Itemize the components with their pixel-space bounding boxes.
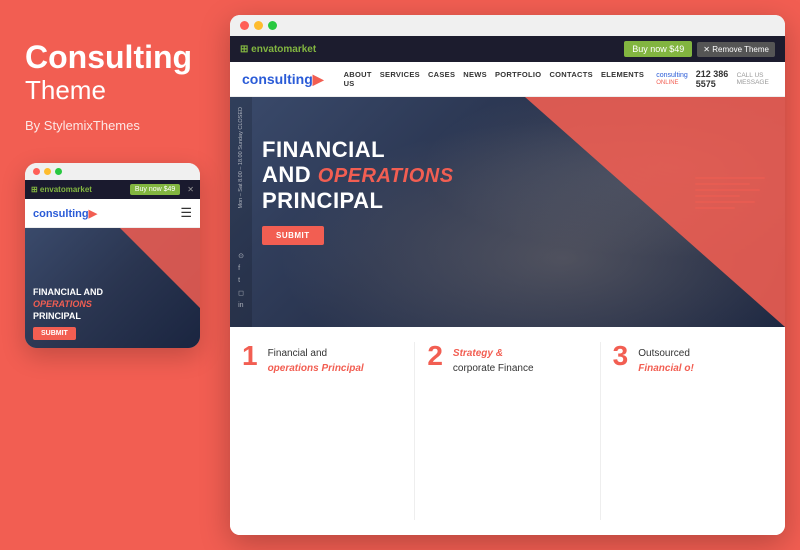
mobile-hero-text: FINANCIAL AND operations PRINCIPAL SUBMI… bbox=[33, 287, 103, 340]
mobile-top-bar bbox=[25, 163, 200, 180]
consulting-online-label: consultingONLINE bbox=[656, 72, 688, 86]
desktop-top-bar bbox=[230, 15, 785, 36]
hero-line-4 bbox=[695, 195, 740, 197]
envato-logo-mobile: ⊞ envatomarket bbox=[31, 185, 92, 194]
feature-1-plain: Financial and bbox=[268, 348, 327, 359]
mobile-dot-yellow bbox=[44, 168, 51, 175]
instagram-icon: ◻ bbox=[238, 289, 244, 297]
desktop-remove-button[interactable]: ✕ Remove Theme bbox=[697, 42, 775, 57]
feature-1-italic: operations Principal bbox=[268, 363, 364, 374]
desktop-logo: consulting▶ bbox=[242, 71, 324, 88]
hero-decorative-lines bbox=[695, 177, 765, 209]
mobile-close-button[interactable]: ✕ bbox=[187, 185, 194, 194]
hero-title-line3: PRINCIPAL bbox=[262, 188, 383, 213]
feature-3-plain: Outsourced bbox=[638, 348, 690, 359]
nav-contacts[interactable]: CONTACTS bbox=[549, 70, 593, 88]
left-panel: Consulting Theme By StylemixThemes ⊞ env… bbox=[0, 0, 230, 378]
theme-subtitle: Theme bbox=[25, 75, 205, 106]
feature-2-text: Strategy & corporate Finance bbox=[453, 342, 534, 376]
hero-hours-text: Mon – Sat 8.00 – 18.00 Sunday CLOSED bbox=[238, 107, 244, 209]
hamburger-icon[interactable]: ☰ bbox=[180, 205, 192, 221]
feature-2-italic: Strategy & bbox=[453, 348, 503, 359]
desktop-dot-red bbox=[240, 21, 249, 30]
mobile-nav: consulting▶ ☰ bbox=[25, 199, 200, 228]
feature-item-2: 2 Strategy & corporate Finance bbox=[415, 342, 600, 520]
desktop-nav: consulting▶ ABOUT US SERVICES CASES NEWS… bbox=[230, 62, 785, 97]
hero-line-3 bbox=[695, 189, 760, 191]
hero-social-icons: ⊙ f t ◻ in bbox=[238, 252, 244, 317]
desktop-envato-bar: ⊞ envatomarket Buy now $49 ✕ Remove Them… bbox=[230, 36, 785, 62]
desktop-hero: Mon – Sat 8.00 – 18.00 Sunday CLOSED ⊙ f… bbox=[230, 97, 785, 327]
hero-title-operations: operations bbox=[318, 165, 454, 187]
mobile-hero-triangle bbox=[120, 228, 200, 308]
nav-cases[interactable]: CASES bbox=[428, 70, 455, 88]
feature-2-plain: corporate Finance bbox=[453, 363, 534, 374]
location-icon: ⊙ bbox=[238, 252, 244, 260]
hero-content: FINANCIAL AND operations PRINCIPAL SUBMI… bbox=[262, 137, 454, 245]
desktop-buy-button[interactable]: Buy now $49 bbox=[624, 41, 692, 57]
nav-elements[interactable]: ELEMENTS bbox=[601, 70, 644, 88]
mobile-hero-title: FINANCIAL AND operations PRINCIPAL bbox=[33, 287, 103, 322]
nav-links: ABOUT US SERVICES CASES NEWS PORTFOLIO C… bbox=[344, 70, 645, 88]
nav-about[interactable]: ABOUT US bbox=[344, 70, 372, 88]
phone-number: 212 386 5575 bbox=[696, 69, 729, 89]
mobile-buy-button[interactable]: Buy now $49 bbox=[130, 184, 180, 195]
mobile-dot-green bbox=[55, 168, 62, 175]
nav-right: consultingONLINE 212 386 5575 CALL US ME… bbox=[656, 69, 773, 89]
feature-item-3: 3 Outsourced Financial o! bbox=[601, 342, 773, 520]
hero-triangle bbox=[525, 97, 785, 327]
hero-sidebar-strip: Mon – Sat 8.00 – 18.00 Sunday CLOSED ⊙ f… bbox=[230, 97, 252, 327]
theme-title: Consulting bbox=[25, 40, 205, 75]
nav-services[interactable]: SERVICES bbox=[380, 70, 420, 88]
feature-1-number: 1 bbox=[242, 342, 258, 370]
desktop-dot-green bbox=[268, 21, 277, 30]
mobile-submit-button[interactable]: SUBMIT bbox=[33, 327, 76, 340]
nav-news[interactable]: NEWS bbox=[463, 70, 487, 88]
twitter-icon: t bbox=[238, 277, 244, 284]
hero-title: FINANCIAL AND operations PRINCIPAL bbox=[262, 137, 454, 214]
feature-1-text: Financial and operations Principal bbox=[268, 342, 364, 376]
hero-submit-button[interactable]: SUBMIT bbox=[262, 226, 324, 245]
feature-3-text: Outsourced Financial o! bbox=[638, 342, 694, 376]
nav-portfolio[interactable]: PORTFOLIO bbox=[495, 70, 541, 88]
hero-title-line1: FINANCIAL bbox=[262, 137, 385, 162]
facebook-icon: f bbox=[238, 265, 244, 272]
feature-3-number: 3 bbox=[613, 342, 629, 370]
desktop-preview: ⊞ envatomarket Buy now $49 ✕ Remove Them… bbox=[230, 15, 785, 535]
hero-line-5 bbox=[695, 201, 755, 203]
mobile-dot-red bbox=[33, 168, 40, 175]
hero-line-2 bbox=[695, 183, 750, 185]
mobile-logo: consulting▶ bbox=[33, 207, 97, 220]
hero-line-6 bbox=[695, 207, 735, 209]
author-line: By StylemixThemes bbox=[25, 118, 205, 133]
desktop-dot-yellow bbox=[254, 21, 263, 30]
hero-line-1 bbox=[695, 177, 765, 179]
features-section: 1 Financial and operations Principal 2 S… bbox=[230, 327, 785, 535]
feature-3-italic: Financial o! bbox=[638, 363, 694, 374]
mobile-preview: ⊞ envatomarket Buy now $49 ✕ consulting▶… bbox=[25, 163, 200, 348]
feature-item-1: 1 Financial and operations Principal bbox=[242, 342, 415, 520]
mobile-envato-bar: ⊞ envatomarket Buy now $49 ✕ bbox=[25, 180, 200, 199]
call-message-label: CALL US MESSAGE bbox=[737, 72, 773, 86]
feature-2-number: 2 bbox=[427, 342, 443, 370]
mobile-hero: FINANCIAL AND operations PRINCIPAL SUBMI… bbox=[25, 228, 200, 348]
linkedin-icon: in bbox=[238, 302, 244, 309]
desktop-envato-logo: ⊞ envatomarket bbox=[240, 44, 316, 55]
